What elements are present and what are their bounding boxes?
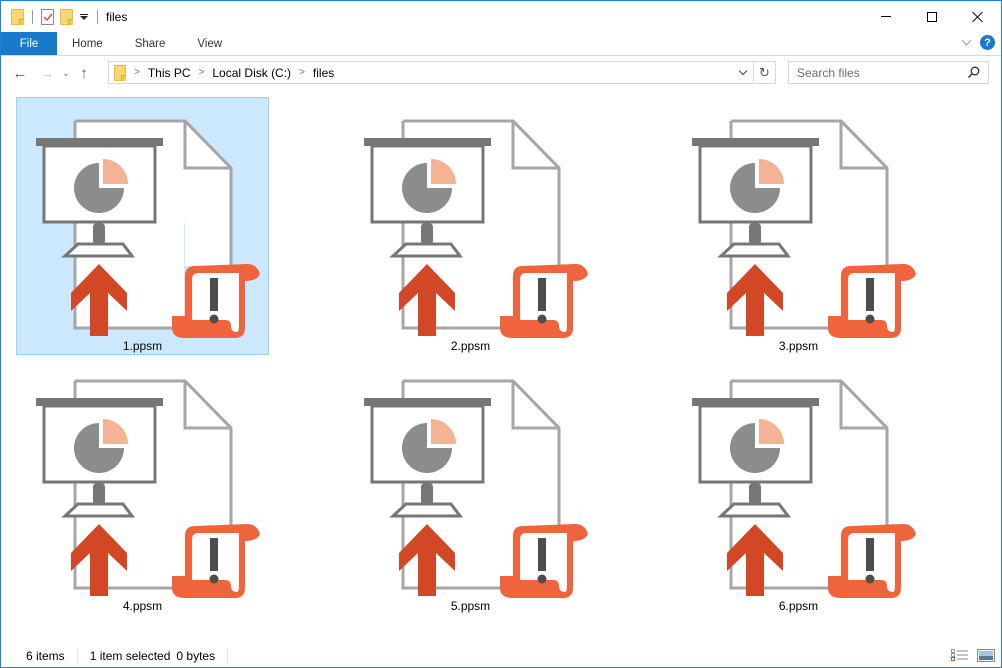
chevron-down-icon bbox=[738, 66, 748, 76]
file-name: 1.ppsm bbox=[122, 339, 163, 353]
screen-stand bbox=[93, 483, 105, 505]
breadcrumb-local-disk[interactable]: Local Disk (C:) bbox=[212, 66, 291, 80]
file-item[interactable]: 2.ppsm bbox=[344, 97, 597, 355]
file-name: 5.ppsm bbox=[450, 599, 491, 613]
breadcrumb-separator-icon[interactable]: > bbox=[299, 67, 305, 78]
screen-base bbox=[61, 242, 135, 258]
ppsm-file-icon bbox=[36, 379, 260, 598]
tab-home[interactable]: Home bbox=[57, 32, 119, 55]
ppsm-file-icon bbox=[364, 379, 588, 598]
screen-stand bbox=[749, 483, 761, 505]
breadcrumb-separator-icon[interactable]: > bbox=[134, 67, 140, 78]
toolbar-separator bbox=[97, 9, 98, 24]
file-name: 2.ppsm bbox=[450, 339, 491, 353]
expand-ribbon-chevron-icon[interactable] bbox=[961, 35, 972, 46]
recent-locations-button[interactable]: ⌄ bbox=[60, 61, 72, 85]
refresh-button[interactable]: ↻ bbox=[754, 61, 776, 84]
screen-base bbox=[61, 502, 135, 518]
file-name: 3.ppsm bbox=[778, 339, 819, 353]
screen-base bbox=[389, 502, 463, 518]
minimize-icon bbox=[881, 16, 891, 17]
file-name: 6.ppsm bbox=[778, 599, 819, 613]
folder-icon bbox=[114, 64, 126, 81]
address-dropdown-button[interactable] bbox=[733, 62, 753, 83]
search-input[interactable] bbox=[789, 65, 959, 80]
ribbon-tabs: File Home Share View ? bbox=[1, 32, 1001, 56]
file-item[interactable]: 3.ppsm bbox=[672, 97, 925, 355]
search-box[interactable] bbox=[788, 61, 989, 84]
window-controls bbox=[863, 1, 1001, 32]
quick-access-toolbar bbox=[1, 1, 100, 32]
title-bar: files bbox=[1, 1, 1001, 32]
address-bar[interactable]: > This PC > Local Disk (C:) > files bbox=[108, 61, 754, 84]
minimize-button[interactable] bbox=[863, 1, 909, 32]
window-title: files bbox=[106, 9, 128, 24]
maximize-button[interactable] bbox=[909, 1, 955, 32]
forward-button[interactable]: → bbox=[37, 61, 57, 85]
exclamation-mark bbox=[866, 538, 874, 571]
status-separator bbox=[227, 649, 229, 663]
navigation-bar: ← → ⌄ ↑ > This PC > Local Disk (C:) > fi… bbox=[1, 56, 1001, 90]
ppsm-file-icon bbox=[364, 119, 588, 338]
item-count: 6 items bbox=[26, 649, 65, 663]
close-icon bbox=[972, 11, 984, 23]
screen-stand bbox=[749, 223, 761, 245]
exclamation-mark bbox=[210, 278, 218, 311]
close-button[interactable] bbox=[955, 1, 1001, 32]
ppsm-file-icon bbox=[36, 119, 260, 338]
screen-stand bbox=[421, 223, 433, 245]
properties-icon[interactable] bbox=[41, 8, 54, 25]
details-view-button[interactable] bbox=[951, 648, 969, 662]
tab-share[interactable]: Share bbox=[119, 32, 182, 55]
screen-stand bbox=[93, 223, 105, 245]
exclamation-mark bbox=[538, 278, 546, 311]
breadcrumb-separator-icon[interactable]: > bbox=[199, 67, 205, 78]
exclamation-mark bbox=[210, 538, 218, 571]
tab-file[interactable]: File bbox=[1, 32, 57, 55]
file-item[interactable]: 6.ppsm bbox=[672, 357, 925, 615]
folder-icon[interactable] bbox=[11, 8, 24, 25]
selected-count: 1 item selected bbox=[89, 649, 171, 663]
details-view-icon bbox=[951, 648, 968, 661]
file-list: 1.ppsm 2.ppsm 3.ppsm 4.ppsm 5.ppsm 6.pps… bbox=[1, 90, 1001, 645]
ribbon-right-controls: ? bbox=[961, 35, 995, 50]
back-button[interactable]: ← bbox=[10, 61, 30, 85]
file-item[interactable]: 1.ppsm bbox=[16, 97, 269, 355]
view-toggle bbox=[951, 648, 995, 662]
large-icons-view-button[interactable] bbox=[977, 648, 995, 662]
tab-view[interactable]: View bbox=[181, 32, 238, 55]
screen-stand bbox=[421, 483, 433, 505]
file-item[interactable]: 5.ppsm bbox=[344, 357, 597, 615]
breadcrumb-files[interactable]: files bbox=[313, 66, 334, 80]
up-button[interactable]: ↑ bbox=[74, 61, 94, 85]
ppsm-file-icon bbox=[692, 119, 916, 338]
new-folder-icon[interactable] bbox=[60, 8, 73, 25]
screen-base bbox=[717, 242, 791, 258]
breadcrumb-this-pc[interactable]: This PC bbox=[148, 66, 191, 80]
screen-base bbox=[389, 242, 463, 258]
status-separator bbox=[76, 649, 78, 663]
customize-toolbar-dropdown-icon[interactable] bbox=[79, 12, 89, 22]
screen-base bbox=[717, 502, 791, 518]
status-bar: 6 items 1 item selected 0 bytes bbox=[1, 645, 1001, 667]
file-name: 4.ppsm bbox=[122, 599, 163, 613]
maximize-icon bbox=[927, 11, 937, 22]
exclamation-mark bbox=[538, 538, 546, 571]
file-explorer-window: files File Home Share View ? ← → ⌄ ↑ > T… bbox=[0, 0, 1002, 668]
file-item[interactable]: 4.ppsm bbox=[16, 357, 269, 615]
exclamation-mark bbox=[866, 278, 874, 311]
ppsm-file-icon bbox=[692, 379, 916, 598]
large-icons-view-icon bbox=[977, 648, 995, 662]
toolbar-separator bbox=[32, 9, 33, 24]
help-icon[interactable]: ? bbox=[980, 35, 995, 50]
selected-size: 0 bytes bbox=[176, 649, 216, 663]
search-icon[interactable] bbox=[967, 66, 980, 79]
